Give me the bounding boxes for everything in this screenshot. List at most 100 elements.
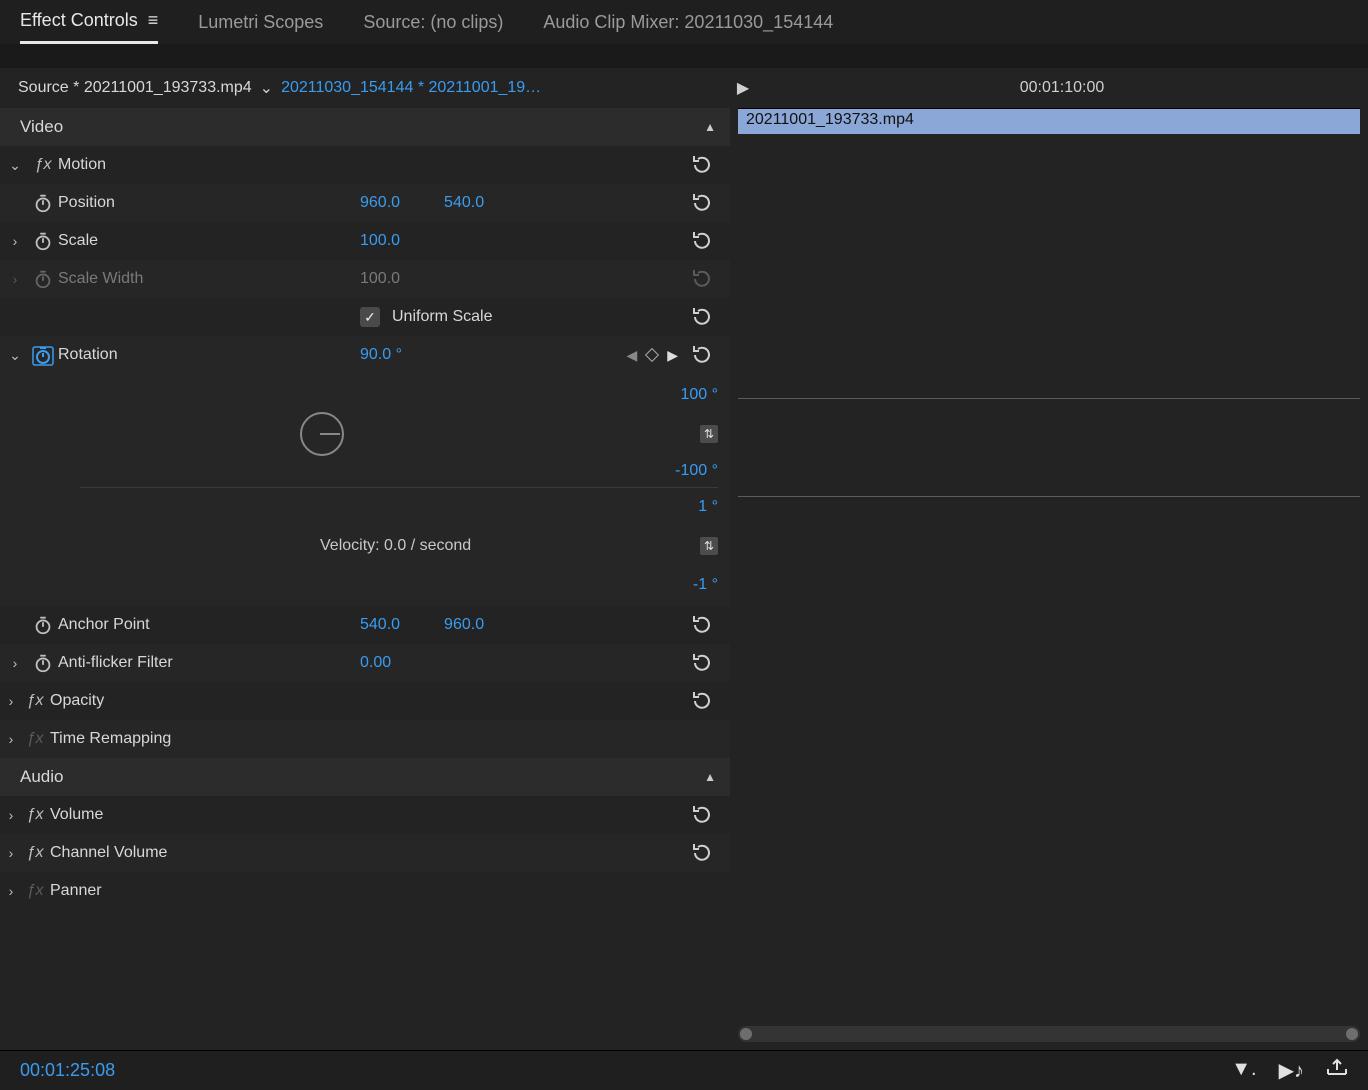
- ruler-time-label: 00:01:10:00: [1020, 79, 1105, 97]
- fx-badge-volume-icon[interactable]: ƒx: [22, 806, 48, 824]
- section-audio-label: Audio: [20, 767, 63, 787]
- rotation-dial[interactable]: [300, 412, 344, 456]
- rotation-expanded-panel: 100 ° ⇅ -100 ° 1 ° Velocity: 0.0 / secon…: [0, 374, 730, 606]
- export-icon[interactable]: [1326, 1058, 1348, 1083]
- twirl-right-opacity-icon[interactable]: ›: [0, 693, 22, 709]
- scale-value[interactable]: 100.0: [360, 232, 400, 250]
- reset-anchor-button[interactable]: [684, 613, 720, 637]
- play-only-button[interactable]: ▶: [730, 78, 756, 98]
- stopwatch-scale-icon[interactable]: [30, 230, 56, 252]
- section-audio-header[interactable]: Audio ▲: [0, 758, 730, 796]
- twirl-right-scale-icon[interactable]: ›: [0, 233, 30, 249]
- velocity-max-value[interactable]: 1 °: [698, 498, 718, 516]
- property-uniform-scale-row: ✓ Uniform Scale: [0, 298, 730, 336]
- collapse-up-audio-icon[interactable]: ▲: [704, 770, 716, 784]
- twirl-right-antiflicker-icon[interactable]: ›: [0, 655, 30, 671]
- channel-volume-label: Channel Volume: [48, 844, 167, 862]
- reset-antiflicker-button[interactable]: [684, 651, 720, 675]
- chevron-down-icon[interactable]: ⌄: [260, 78, 273, 98]
- rotation-value[interactable]: 90.0 °: [360, 346, 402, 364]
- twirl-down-icon[interactable]: ⌄: [0, 157, 30, 174]
- fx-badge-timeremap-icon[interactable]: ƒx: [22, 730, 48, 748]
- anchor-y-value[interactable]: 960.0: [444, 616, 484, 634]
- stopwatch-antiflicker-icon[interactable]: [30, 652, 56, 674]
- value-graph-toggle[interactable]: ⇅: [700, 425, 718, 443]
- timeline-column: 20211001_193733.mp4: [730, 108, 1368, 1050]
- source-header-left: Source * 20211001_193733.mp4 ⌄ 20211030_…: [0, 78, 730, 98]
- reset-rotation-button[interactable]: [684, 343, 720, 367]
- twirl-right-panner-icon[interactable]: ›: [0, 883, 22, 899]
- reset-channel-volume-button[interactable]: [684, 841, 720, 865]
- twirl-right-volume-icon[interactable]: ›: [0, 807, 22, 823]
- velocity-min-value[interactable]: -1 °: [693, 576, 718, 594]
- anchor-x-value[interactable]: 540.0: [360, 616, 400, 634]
- tab-effect-controls[interactable]: Effect Controls ≡: [20, 0, 158, 44]
- fx-badge-chvol-icon[interactable]: ƒx: [22, 844, 48, 862]
- position-label: Position: [56, 194, 115, 212]
- tab-lumetri-scopes[interactable]: Lumetri Scopes: [198, 2, 323, 43]
- motion-label: Motion: [56, 156, 106, 174]
- effect-properties-column: Video ▲ ⌄ ƒx Motion Position 960.0 540.0: [0, 108, 730, 1050]
- main-area: Video ▲ ⌄ ƒx Motion Position 960.0 540.0: [0, 108, 1368, 1050]
- velocity-label: Velocity: 0.0 / second: [320, 537, 471, 555]
- rotation-min-value[interactable]: -100 °: [675, 462, 718, 480]
- tab-label: Effect Controls: [20, 10, 138, 31]
- effect-channel-volume-row[interactable]: › ƒx Channel Volume: [0, 834, 730, 872]
- antiflicker-value[interactable]: 0.00: [360, 654, 391, 672]
- position-x-value[interactable]: 960.0: [360, 194, 400, 212]
- collapse-up-icon[interactable]: ▲: [704, 120, 716, 134]
- effect-panner-row[interactable]: › ƒx Panner: [0, 872, 730, 910]
- scrollbar-handle-right[interactable]: [1346, 1028, 1358, 1040]
- stopwatch-position-icon[interactable]: [30, 192, 56, 214]
- reset-position-button[interactable]: [684, 191, 720, 215]
- scale-width-value: 100.0: [360, 270, 400, 288]
- source-clip-label[interactable]: Source * 20211001_193733.mp4: [18, 79, 252, 97]
- velocity-graph-toggle[interactable]: ⇅: [700, 537, 718, 555]
- stopwatch-rotation-icon[interactable]: [30, 343, 56, 367]
- panel-menu-icon[interactable]: ≡: [148, 10, 159, 31]
- rotation-velocity-graph-line: [738, 496, 1360, 497]
- rotation-max-value[interactable]: 100 °: [680, 386, 718, 404]
- fx-badge-panner-icon[interactable]: ƒx: [22, 882, 48, 900]
- add-keyframe-button[interactable]: [645, 348, 659, 362]
- property-scale-width-row: › Scale Width 100.0: [0, 260, 730, 298]
- play-audio-icon[interactable]: ▶♪: [1279, 1058, 1304, 1083]
- reset-volume-button[interactable]: [684, 803, 720, 827]
- section-video-header[interactable]: Video ▲: [0, 108, 730, 146]
- uniform-scale-checkbox[interactable]: ✓: [360, 307, 380, 327]
- position-y-value[interactable]: 540.0: [444, 194, 484, 212]
- scale-width-label: Scale Width: [56, 270, 143, 288]
- twirl-right-chvol-icon[interactable]: ›: [0, 845, 22, 861]
- prev-keyframe-button[interactable]: ◀: [626, 347, 637, 364]
- effect-time-remapping-row[interactable]: › ƒx Time Remapping: [0, 720, 730, 758]
- timeline-body[interactable]: [730, 136, 1368, 1010]
- fx-badge-icon[interactable]: ƒx: [30, 156, 56, 174]
- section-video-label: Video: [20, 117, 63, 137]
- reset-opacity-button[interactable]: [684, 689, 720, 713]
- stopwatch-scale-width-icon: [30, 268, 56, 290]
- sequence-clip-label[interactable]: 20211030_154144 * 20211001_19…: [281, 79, 541, 97]
- uniform-scale-label: Uniform Scale: [390, 308, 492, 326]
- clip-name-label: 20211001_193733.mp4: [746, 111, 914, 128]
- twirl-down-rotation-icon[interactable]: ⌄: [0, 347, 30, 364]
- reset-uniform-scale-button[interactable]: [684, 305, 720, 329]
- tab-source[interactable]: Source: (no clips): [363, 2, 503, 43]
- current-timecode[interactable]: 00:01:25:08: [20, 1060, 115, 1081]
- effect-opacity-row[interactable]: › ƒx Opacity: [0, 682, 730, 720]
- property-antiflicker-row: › Anti-flicker Filter 0.00: [0, 644, 730, 682]
- timeline-clip-bar[interactable]: 20211001_193733.mp4: [738, 108, 1360, 134]
- fx-badge-opacity-icon[interactable]: ƒx: [22, 692, 48, 710]
- stopwatch-anchor-icon[interactable]: [30, 614, 56, 636]
- timeline-scrollbar[interactable]: [738, 1026, 1360, 1042]
- reset-scale-button[interactable]: [684, 229, 720, 253]
- effect-volume-row[interactable]: › ƒx Volume: [0, 796, 730, 834]
- scrollbar-handle-left[interactable]: [740, 1028, 752, 1040]
- next-keyframe-button[interactable]: ▶: [667, 347, 678, 364]
- twirl-right-timeremap-icon[interactable]: ›: [0, 731, 22, 747]
- reset-motion-button[interactable]: [684, 153, 720, 177]
- timeline-ruler-time: 00:01:10:00: [756, 79, 1368, 97]
- tab-audio-clip-mixer[interactable]: Audio Clip Mixer: 20211030_154144: [543, 2, 833, 43]
- effect-motion-row[interactable]: ⌄ ƒx Motion: [0, 146, 730, 184]
- filter-icon[interactable]: ▼.: [1231, 1058, 1256, 1083]
- rotation-value-graph-line: [738, 398, 1360, 399]
